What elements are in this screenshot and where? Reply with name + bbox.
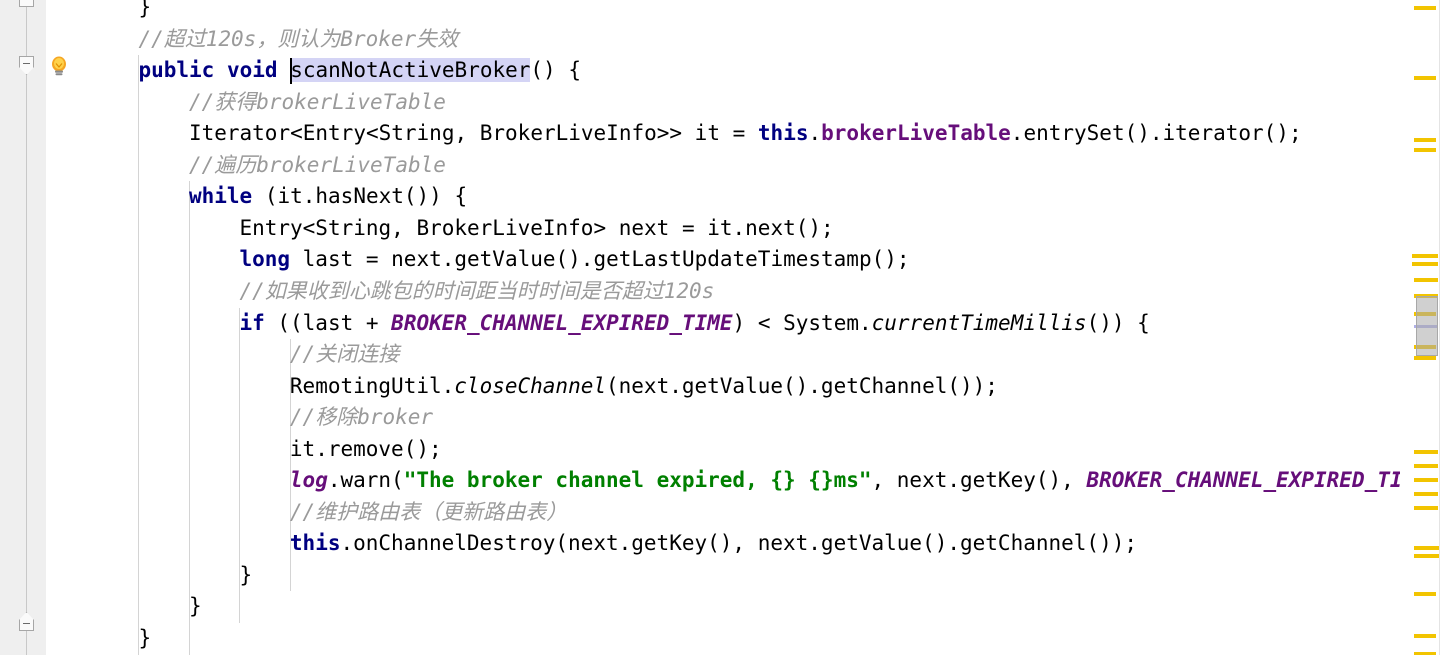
warning-stripe-mark[interactable] [1414, 592, 1436, 596]
warning-stripe-mark[interactable] [1414, 554, 1440, 558]
code-line[interactable]: } [88, 0, 151, 24]
code-token-plain: .entrySet().iterator(); [1010, 121, 1302, 146]
code-token-plain: (it.hasNext()) { [252, 184, 468, 209]
code-line[interactable]: long last = next.getValue().getLastUpdat… [88, 244, 910, 276]
fold-region-line [26, 0, 27, 655]
code-token-plain: } [138, 0, 152, 19]
code-token-fld: brokerLiveTable [821, 121, 1011, 146]
code-token-plain: () { [530, 58, 581, 83]
code-line[interactable]: //如果收到心跳包的时间距当时时间是否超过120s [88, 276, 714, 308]
code-token-kw: long [239, 247, 291, 272]
fold-minus-glyph [23, 63, 30, 64]
warning-stripe-mark[interactable] [1414, 76, 1436, 80]
code-token-plain: last = next.getValue().getLastUpdateTime… [290, 247, 910, 272]
code-token-cmt: //超过120s，则认为Broker失效 [138, 26, 459, 51]
warning-stripe-mark[interactable] [1414, 464, 1438, 468]
code-line[interactable]: //遍历brokerLiveTable [88, 150, 446, 182]
fold-collapse-top-icon[interactable] [19, 0, 34, 7]
scrollbar-thumb[interactable] [1416, 296, 1438, 356]
code-token-plain: } [188, 594, 202, 619]
code-line[interactable]: log.warn("The broker channel expired, {}… [88, 465, 1418, 497]
code-token-sfld: BROKER_CHANNEL_EXPIRED_TIME [391, 310, 733, 335]
code-token-plain: .warn( [327, 468, 404, 493]
code-token-plain: Entry<String, BrokerLiveInfo> next = it.… [239, 215, 834, 240]
code-token-plain: ) < System. [732, 310, 872, 335]
code-line[interactable]: //关闭连接 [88, 339, 399, 371]
code-line[interactable]: Entry<String, BrokerLiveInfo> next = it.… [88, 213, 834, 245]
code-line[interactable]: Iterator<Entry<String, BrokerLiveInfo>> … [88, 118, 1302, 150]
code-token-plain: (next.getValue().getChannel()); [606, 373, 998, 398]
code-token-cmt: //如果收到心跳包的时间距当时时间是否超过120s [239, 278, 715, 303]
code-token-kw: public void [138, 58, 291, 83]
warning-stripe-mark[interactable] [1414, 634, 1436, 638]
code-line[interactable]: RemotingUtil.closeChannel(next.getValue(… [88, 371, 998, 403]
warning-stripe-mark[interactable] [1414, 356, 1436, 360]
text-caret [289, 58, 292, 85]
code-token-sfld: BROKER_CHANNEL_EXPIRED_TIME [1086, 468, 1418, 493]
code-token-plain: } [138, 626, 152, 650]
warning-stripe-mark[interactable] [1414, 546, 1440, 550]
code-token-cmt: //关闭连接 [289, 342, 400, 367]
warning-stripe-mark[interactable] [1414, 450, 1438, 454]
code-token-cmt: //遍历brokerLiveTable [188, 152, 446, 177]
code-line[interactable]: public void scanNotActiveBroker() { [88, 55, 581, 87]
intention-bulb-icon[interactable] [49, 56, 69, 78]
warning-stripe-mark[interactable] [1414, 6, 1436, 10]
code-token-plain: . [808, 121, 822, 146]
code-token-plain: RemotingUtil. [289, 373, 455, 398]
code-line[interactable]: while (it.hasNext()) { [88, 181, 467, 213]
code-line[interactable]: } [88, 591, 202, 623]
code-token-kw: while [188, 184, 253, 209]
code-token-plain: ()) { [1086, 310, 1150, 335]
code-line[interactable]: } [88, 560, 252, 592]
code-token-plain: ((last + [264, 310, 392, 335]
warning-stripe-mark[interactable] [1414, 138, 1436, 142]
code-line[interactable]: if ((last + BROKER_CHANNEL_EXPIRED_TIME)… [88, 308, 1150, 340]
code-text-area[interactable]: } //超过120s，则认为Broker失效 public void scanNot… [88, 0, 1418, 655]
code-token-kw: if [239, 310, 265, 335]
code-token-sfld: log [289, 468, 328, 493]
warning-stripe-mark[interactable] [1412, 254, 1438, 258]
gutter-fold-region [46, 0, 88, 655]
code-token-plain: Iterator<Entry<String, BrokerLiveInfo>> … [188, 121, 758, 146]
warning-stripe-mark[interactable] [1414, 278, 1438, 282]
code-token-plain: } [239, 562, 253, 587]
warning-stripe-mark[interactable] [1412, 262, 1438, 266]
code-token-cmt: //移除broker [289, 405, 434, 430]
code-token-kw: this [757, 121, 809, 146]
code-token-cmt: //获得brokerLiveTable [188, 89, 446, 114]
code-line[interactable]: it.remove(); [88, 434, 442, 466]
code-token-smeth: currentTimeMillis [871, 310, 1087, 335]
warning-stripe-mark[interactable] [1414, 478, 1438, 482]
code-token-kw: this [289, 531, 341, 556]
scrollbar-track[interactable] [1439, 0, 1454, 655]
code-token-plain: .onChannelDestroy(next.getKey(), next.ge… [340, 531, 1137, 556]
code-token-str: "The broker channel expired, {} {}ms" [403, 468, 872, 493]
code-token-sel: scanNotActiveBroker [290, 58, 531, 83]
code-line[interactable]: //获得brokerLiveTable [88, 87, 446, 119]
editor-gutter[interactable] [0, 0, 46, 655]
fold-minus-glyph [23, 623, 30, 624]
code-line[interactable]: //超过120s，则认为Broker失效 [88, 24, 458, 56]
warning-stripe-mark[interactable] [1414, 492, 1438, 496]
code-token-cmt: //维护路由表（更新路由表） [289, 499, 568, 524]
warning-stripe-mark[interactable] [1414, 506, 1438, 510]
warning-stripe-mark[interactable] [1414, 148, 1436, 152]
code-token-smeth: closeChannel [454, 373, 606, 398]
code-line[interactable]: //移除broker [88, 402, 433, 434]
code-token-plain: , next.getKey(), [871, 468, 1087, 493]
code-editor[interactable]: } //超过120s，则认为Broker失效 public void scanNot… [0, 0, 1454, 655]
code-line[interactable]: //维护路由表（更新路由表） [88, 497, 567, 529]
code-token-plain: it.remove(); [289, 436, 442, 461]
code-line[interactable]: this.onChannelDestroy(next.getKey(), nex… [88, 528, 1137, 560]
code-line[interactable]: } [88, 623, 151, 655]
